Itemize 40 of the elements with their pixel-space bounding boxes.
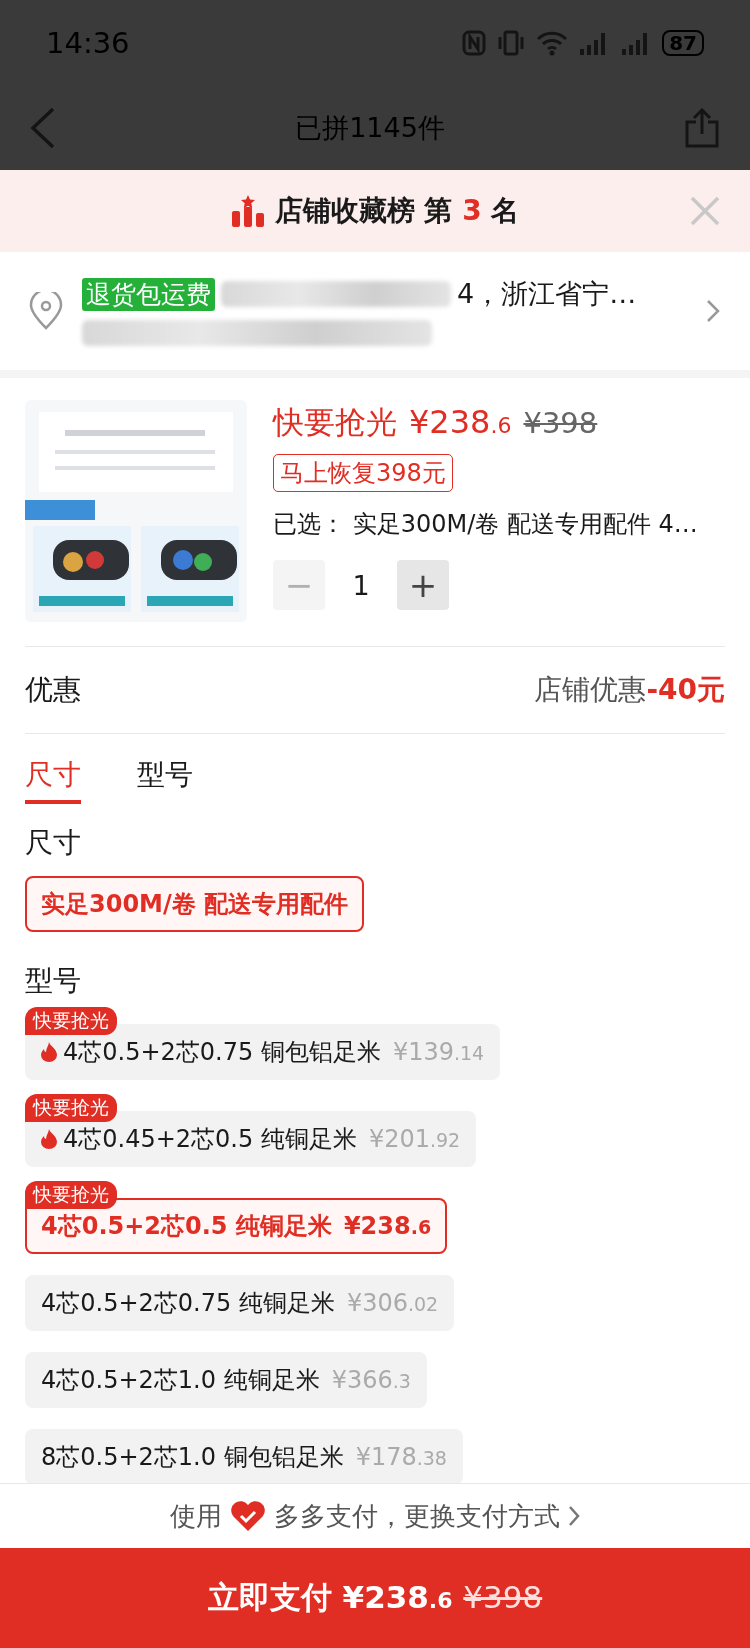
location-pin-icon	[28, 292, 64, 330]
heart-check-icon	[230, 1500, 266, 1532]
promo-label: 快要抢光	[273, 403, 397, 442]
free-return-tag: 退货包运费	[82, 277, 215, 311]
change-pay-method-link[interactable]: 多多支付，更换支付方式	[274, 1498, 560, 1534]
selling-fast-badge: 快要抢光	[25, 1007, 117, 1035]
discount-label: 优惠	[25, 672, 81, 708]
selling-fast-badge: 快要抢光	[25, 1094, 117, 1122]
price: ¥238.6	[409, 403, 512, 441]
vibrate-icon	[496, 29, 527, 56]
address-text: 4，浙江省宁…	[457, 277, 637, 311]
store-discount-text[interactable]: 店铺优惠-40元	[534, 671, 725, 709]
selling-fast-badge: 快要抢光	[25, 1181, 117, 1209]
share-icon[interactable]	[684, 107, 720, 148]
store-ranking-text: 店铺收藏榜 第 3 名	[274, 193, 520, 229]
page-title: 已拼1145件	[295, 110, 445, 145]
wifi-icon	[536, 29, 569, 56]
selected-spec-text: 已选： 实足300M/卷 配送专用配件 4…	[273, 509, 699, 540]
chevron-right-icon[interactable]	[706, 299, 720, 323]
spec-tab[interactable]: 型号	[137, 756, 193, 804]
plus-button[interactable]: +	[397, 560, 449, 610]
original-price: ¥398	[523, 406, 598, 440]
pay-now-button[interactable]: 立即支付 ¥238.6 ¥398	[0, 1548, 750, 1648]
spec-tab[interactable]: 尺寸	[25, 756, 81, 804]
spec-option[interactable]: 4芯0.5+2芯0.75 纯铜足米 ¥306.02	[25, 1275, 455, 1331]
spec-group-title: 尺寸	[25, 825, 82, 861]
price-restore-tag: 马上恢复398元	[273, 454, 453, 492]
spec-option[interactable]: 8芯0.5+2芯1.0 铜包铝足米 ¥178.38	[25, 1429, 463, 1483]
close-icon[interactable]	[690, 196, 720, 226]
quantity-value: 1	[351, 569, 371, 601]
nfc-icon	[462, 29, 487, 56]
spec-option[interactable]: 实足300M/卷 配送专用配件	[25, 876, 365, 932]
battery-level: 87	[662, 29, 704, 56]
spec-group-title: 型号	[25, 963, 82, 999]
status-time: 14:36	[46, 25, 130, 60]
pay-method-prefix: 使用	[170, 1499, 222, 1533]
spec-option[interactable]: 4芯0.5+2芯1.0 纯铜足米 ¥366.3	[25, 1352, 427, 1408]
ranking-icon	[230, 195, 265, 227]
chevron-right-icon[interactable]	[568, 1505, 580, 1527]
back-icon[interactable]	[30, 106, 56, 149]
